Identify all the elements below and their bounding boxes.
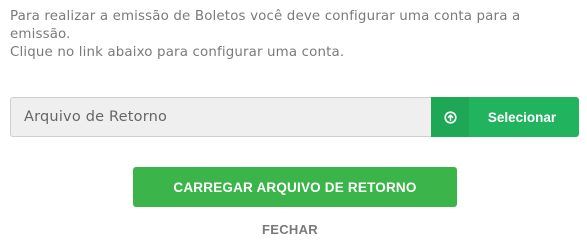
instruction-text-emission: Para realizar a emissão de Boletos você … — [10, 9, 521, 42]
upload-return-file-button[interactable]: CARREGAR ARQUIVO DE RETORNO — [133, 167, 457, 207]
file-field-placeholder: Arquivo de Retorno — [24, 109, 168, 125]
close-link[interactable]: FECHAR — [240, 219, 340, 239]
select-file-label: Selecionar — [469, 97, 579, 137]
instruction-message: Para realizar a emissão de Boletos você … — [10, 8, 575, 62]
select-file-button[interactable]: Selecionar — [431, 97, 579, 137]
file-name-field[interactable]: Arquivo de Retorno — [10, 97, 431, 137]
upload-circle-icon — [431, 97, 469, 137]
instruction-text-configure: Clique no link abaixo para configurar um… — [10, 45, 345, 60]
file-input-group: Arquivo de Retorno Selecionar — [10, 97, 579, 137]
